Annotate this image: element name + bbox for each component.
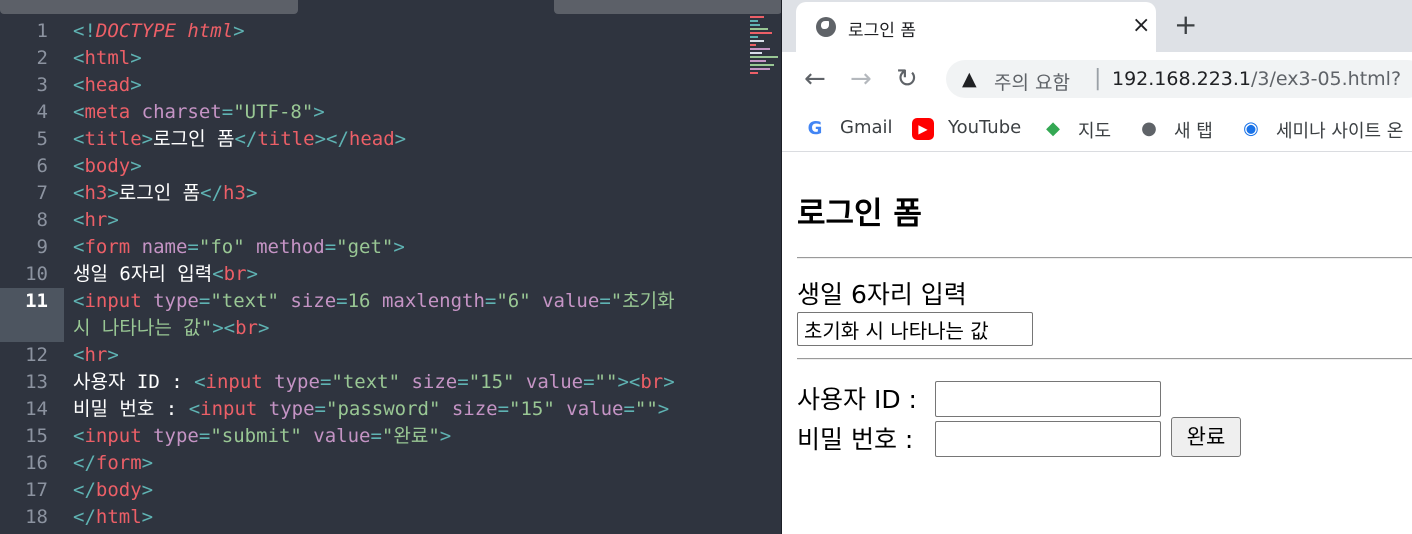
user-id-label: 사용자 ID : — [797, 385, 917, 414]
code-line[interactable]: 생일 6자리 입력<br> — [73, 261, 258, 288]
minimap-line — [750, 72, 758, 74]
browser-title-bar: 로그인 폼 × + — [782, 0, 1412, 52]
minimap[interactable] — [748, 14, 780, 78]
browser-tab[interactable]: 로그인 폼 × — [796, 2, 1156, 52]
google-icon: G — [807, 118, 823, 139]
password-input[interactable] — [935, 421, 1161, 457]
code-line[interactable]: <body> — [73, 153, 142, 180]
address-bar[interactable]: ▲ 주의 요함 | 192.168.223.1/3/ex3-05.html? — [946, 60, 1412, 98]
minimap-line — [750, 68, 770, 70]
minimap-line — [750, 64, 774, 66]
forward-button[interactable]: → — [850, 64, 872, 94]
bookmark-label: 지도 — [1078, 121, 1112, 142]
youtube-icon: ▶ — [912, 118, 934, 140]
line-number: 15 — [25, 425, 48, 447]
editor-tab-strip — [0, 0, 782, 14]
reload-button[interactable]: ↻ — [896, 64, 918, 94]
code-line[interactable]: 사용자 ID : <input type="text" size="15" va… — [73, 369, 675, 396]
code-line[interactable]: <hr> — [73, 342, 119, 369]
line-number: 1 — [36, 20, 48, 42]
password-label: 비밀 번호 : — [797, 425, 914, 454]
code-line-active[interactable]: <input type="text" size=16 maxlength="6"… — [73, 288, 675, 315]
bookmark-label: 세미나 사이트 온 — [1276, 121, 1404, 142]
line-number: 17 — [25, 479, 48, 501]
page-heading: 로그인 폼 — [797, 196, 922, 232]
new-tab-button[interactable]: + — [1174, 10, 1197, 40]
line-number: 2 — [36, 47, 48, 69]
warning-icon[interactable]: ▲ — [962, 68, 977, 90]
line-number: 12 — [25, 344, 48, 366]
minimap-line — [750, 52, 762, 54]
minimap-line — [750, 16, 764, 18]
birthday-input[interactable] — [797, 312, 1033, 346]
maps-icon: ◆ — [1046, 118, 1060, 139]
close-icon[interactable]: × — [1132, 13, 1150, 39]
line-number: 9 — [36, 236, 48, 258]
minimap-line — [750, 40, 764, 42]
code-line[interactable]: <!DOCTYPE html> — [73, 18, 245, 45]
security-status[interactable]: 주의 요함 — [994, 68, 1070, 95]
code-editor[interactable]: 1 2 3 4 5 6 7 8 9 10 11 12 13 14 15 16 1… — [0, 0, 782, 534]
user-id-input[interactable] — [935, 381, 1161, 417]
bookmark-label: Gmail — [840, 117, 893, 138]
line-number: 10 — [25, 263, 48, 285]
minimap-line — [750, 56, 778, 58]
minimap-line — [750, 24, 760, 26]
editor-tab[interactable] — [554, 0, 782, 14]
editor-tab[interactable] — [0, 0, 298, 14]
code-line[interactable]: 비밀 번호 : <input type="password" size="15"… — [73, 396, 669, 423]
code-line[interactable]: <h3>로그인 폼</h3> — [73, 180, 257, 207]
line-number: 16 — [25, 452, 48, 474]
minimap-line — [750, 48, 770, 50]
line-number-active: 11 — [25, 290, 48, 312]
bookmark-label: YouTube — [948, 117, 1022, 138]
minimap-line — [750, 28, 768, 30]
line-number: 14 — [25, 398, 48, 420]
code-line[interactable]: <html> — [73, 45, 142, 72]
webex-icon: ◉ — [1243, 118, 1259, 139]
code-line-wrapped[interactable]: 시 나타나는 값"><br> — [73, 315, 269, 342]
minimap-line — [750, 36, 758, 38]
minimap-line — [750, 20, 758, 22]
page-content: 로그인 폼 생일 6자리 입력 사용자 ID : 비밀 번호 : 완료 — [782, 152, 1412, 534]
url-path: /3/ex3-05.html? — [1251, 68, 1402, 90]
globe-icon: ● — [1141, 118, 1157, 139]
code-line[interactable]: <input type="submit" value="완료"> — [73, 423, 451, 450]
url-text[interactable]: 192.168.223.1/3/ex3-05.html? — [1112, 68, 1401, 90]
divider — [797, 257, 1412, 259]
url-host: 192.168.223.1 — [1112, 68, 1252, 90]
line-number: 8 — [36, 209, 48, 231]
address-separator: | — [1094, 66, 1102, 91]
code-line[interactable]: </html> — [73, 504, 153, 531]
line-number: 3 — [36, 74, 48, 96]
line-number: 4 — [36, 101, 48, 123]
code-line[interactable]: <form name="fo" method="get"> — [73, 234, 405, 261]
bookmark-label: 새 탭 — [1174, 121, 1213, 142]
minimap-line — [750, 44, 756, 46]
line-number: 13 — [25, 371, 48, 393]
code-line[interactable]: <title>로그인 폼</title></head> — [73, 126, 406, 153]
back-button[interactable]: ← — [804, 64, 826, 94]
code-line[interactable]: </form> — [73, 450, 153, 477]
divider — [797, 358, 1412, 360]
line-number: 6 — [36, 155, 48, 177]
globe-icon — [816, 17, 836, 37]
code-line[interactable]: <head> — [73, 72, 142, 99]
minimap-line — [750, 60, 766, 62]
browser-toolbar: ← → ↻ ▲ 주의 요함 | 192.168.223.1/3/ex3-05.h… — [782, 52, 1412, 106]
line-number: 7 — [36, 182, 48, 204]
submit-button[interactable]: 완료 — [1171, 417, 1241, 457]
browser-window: 로그인 폼 × + ← → ↻ ▲ 주의 요함 | 192.168.223.1/… — [782, 0, 1412, 534]
line-number: 5 — [36, 128, 48, 150]
tab-title: 로그인 폼 — [848, 21, 916, 41]
code-line[interactable]: </body> — [73, 477, 153, 504]
code-line[interactable]: <meta charset="UTF-8"> — [73, 99, 325, 126]
code-line[interactable]: <hr> — [73, 207, 119, 234]
birthday-label: 생일 6자리 입력 — [797, 280, 967, 309]
line-number: 18 — [25, 506, 48, 528]
bookmarks-bar: G Gmail ▶ YouTube ◆ 지도 ● 새 탭 ◉ 세미나 사이트 온 — [782, 106, 1412, 152]
minimap-line — [750, 32, 772, 34]
